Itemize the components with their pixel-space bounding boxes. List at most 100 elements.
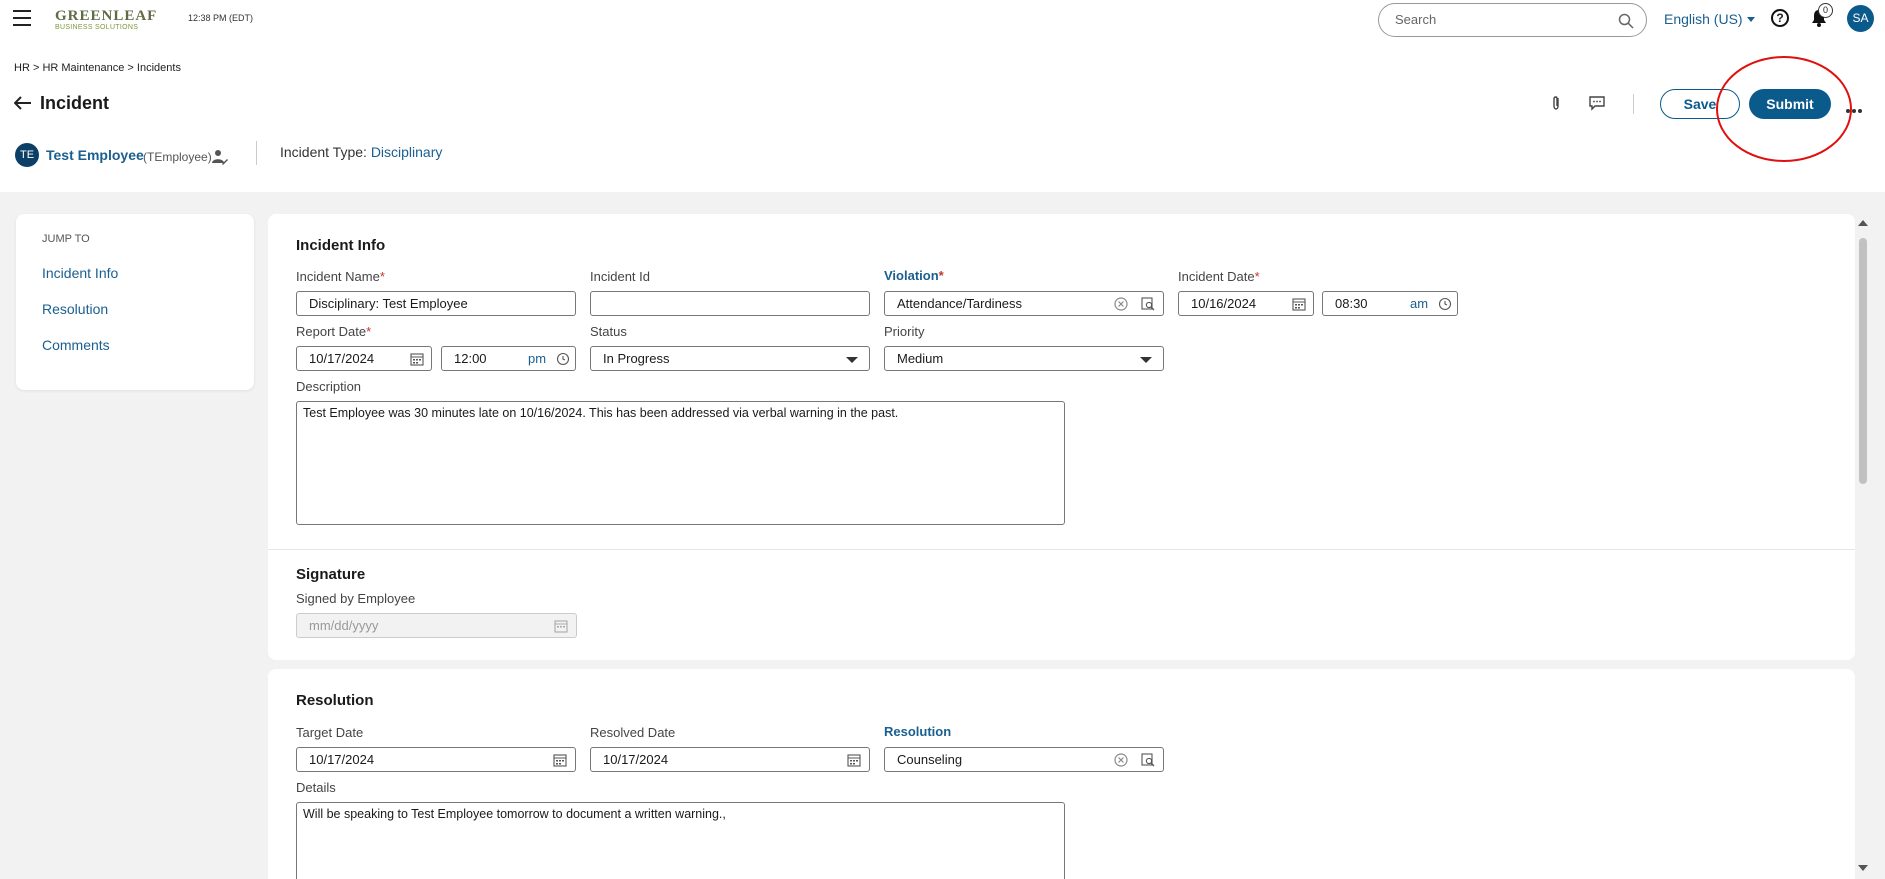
resolved-date-value: 10/17/2024 <box>603 752 669 767</box>
incident-date-label: Incident Date* <box>1178 269 1260 284</box>
resolution-card: Resolution Target Date 10/17/2024 Resolv… <box>268 669 1855 879</box>
target-date-label: Target Date <box>296 725 364 740</box>
incident-type: Incident Type: Disciplinary <box>280 144 442 160</box>
menu-icon[interactable] <box>13 10 31 26</box>
incident-date-value: 10/16/2024 <box>1191 296 1257 311</box>
section-title-incident-info: Incident Info <box>296 237 386 254</box>
incident-type-label: Incident Type: <box>280 144 367 160</box>
clock-time: 12:38 PM (EDT) <box>188 13 254 23</box>
clear-icon[interactable] <box>1114 297 1128 311</box>
target-date-field[interactable]: 10/17/2024 <box>296 747 576 772</box>
paperclip-icon[interactable] <box>1547 94 1565 112</box>
incident-date-field[interactable]: 10/16/2024 <box>1178 291 1314 316</box>
top-panel: GREENLEAF BUSINESS SOLUTIONS 12:38 PM (E… <box>0 0 1885 192</box>
section-divider <box>268 549 1855 550</box>
jump-link-resolution[interactable]: Resolution <box>42 301 108 317</box>
resolved-date-label: Resolved Date <box>590 725 676 740</box>
violation-label: Violation* <box>884 268 944 283</box>
violation-value: Attendance/Tardiness <box>897 296 1023 311</box>
details-label: Details <box>296 780 336 795</box>
incident-type-value: Disciplinary <box>370 144 443 160</box>
calendar-icon[interactable] <box>1292 297 1306 311</box>
priority-value: Medium <box>897 351 944 366</box>
details-textarea[interactable]: Will be speaking to Test Employee tomorr… <box>296 802 1065 879</box>
chevron-down-icon <box>1746 17 1755 22</box>
signed-date-placeholder: mm/dd/yyyy <box>309 618 379 633</box>
incident-name-label-text: Incident Name <box>296 269 380 284</box>
language-label: English (US) <box>1664 11 1743 27</box>
back-arrow-icon[interactable] <box>14 96 32 110</box>
status-dropdown[interactable]: In Progress <box>590 346 870 371</box>
priority-label: Priority <box>884 324 925 339</box>
report-date-value: 10/17/2024 <box>309 351 375 366</box>
logo-text: GREENLEAF <box>55 8 158 24</box>
report-date-field[interactable]: 10/17/2024 <box>296 346 432 371</box>
scroll-thumb[interactable] <box>1859 238 1867 484</box>
report-time-ampm[interactable]: pm <box>528 351 546 366</box>
search-box[interactable] <box>1378 3 1647 37</box>
employee-divider <box>256 141 257 165</box>
incident-time-field[interactable]: 08:30 am <box>1322 291 1458 316</box>
resolution-field[interactable]: Counseling <box>884 747 1164 772</box>
lookup-icon[interactable] <box>1141 753 1155 767</box>
clear-icon[interactable] <box>1114 753 1128 767</box>
search-icon[interactable] <box>1618 13 1634 29</box>
incident-info-card: Incident Info Incident Name* Disciplinar… <box>268 214 1855 660</box>
required-marker: * <box>379 269 385 284</box>
employee-id: (TEmployee) <box>143 150 212 164</box>
signed-by-employee-label: Signed by Employee <box>296 591 416 606</box>
user-avatar[interactable]: SA <box>1847 5 1874 32</box>
signed-date-field[interactable]: mm/dd/yyyy <box>296 613 577 638</box>
breadcrumb-item[interactable]: HR <box>14 62 30 74</box>
resolved-date-field[interactable]: 10/17/2024 <box>590 747 870 772</box>
scroll-up-icon[interactable] <box>1858 220 1868 226</box>
violation-label-text: Violation <box>884 268 939 283</box>
chevron-down-icon <box>1140 357 1152 363</box>
calendar-icon[interactable] <box>554 619 568 633</box>
calendar-icon[interactable] <box>410 352 424 366</box>
lookup-icon[interactable] <box>1141 297 1155 311</box>
annotation-circle <box>1716 56 1852 162</box>
help-icon[interactable]: ? <box>1771 9 1789 27</box>
incident-id-label: Incident Id <box>590 269 650 284</box>
required-marker: * <box>938 268 944 283</box>
incident-id-field[interactable] <box>590 291 870 316</box>
language-selector[interactable]: English (US) <box>1664 11 1755 27</box>
breadcrumb: HR > HR Maintenance > Incidents <box>14 62 181 74</box>
priority-dropdown[interactable]: Medium <box>884 346 1164 371</box>
clock-icon[interactable] <box>1438 297 1452 311</box>
report-time-field[interactable]: 12:00 pm <box>441 346 576 371</box>
jump-link-incident-info[interactable]: Incident Info <box>42 265 118 281</box>
status-label: Status <box>590 324 627 339</box>
incident-time-ampm[interactable]: am <box>1410 296 1428 311</box>
edit-person-icon[interactable] <box>211 148 229 166</box>
report-time-value: 12:00 <box>454 351 487 366</box>
search-input[interactable] <box>1395 12 1605 27</box>
breadcrumb-item[interactable]: Incidents <box>137 62 181 74</box>
calendar-icon[interactable] <box>847 753 861 767</box>
resolution-label: Resolution <box>884 724 952 739</box>
breadcrumb-item[interactable]: HR Maintenance <box>42 62 124 74</box>
content-scrollbar[interactable] <box>1856 214 1870 879</box>
company-logo: GREENLEAF BUSINESS SOLUTIONS <box>55 8 167 36</box>
resolution-value: Counseling <box>897 752 963 767</box>
section-title-resolution: Resolution <box>296 692 374 709</box>
scroll-down-icon[interactable] <box>1858 865 1868 871</box>
incident-name-label: Incident Name* <box>296 269 385 284</box>
report-date-label: Report Date* <box>296 324 371 339</box>
clock-icon[interactable] <box>556 352 570 366</box>
jump-link-comments[interactable]: Comments <box>42 337 110 353</box>
required-marker: * <box>366 324 372 339</box>
violation-field[interactable]: Attendance/Tardiness <box>884 291 1164 316</box>
chevron-down-icon <box>846 357 858 363</box>
incident-time-value: 08:30 <box>1335 296 1368 311</box>
employee-name-link[interactable]: Test Employee <box>46 147 144 163</box>
description-label: Description <box>296 379 362 394</box>
report-date-label-text: Report Date <box>296 324 367 339</box>
incident-date-label-text: Incident Date <box>1178 269 1255 284</box>
comment-icon[interactable] <box>1588 94 1606 112</box>
page-title: Incident <box>40 93 110 113</box>
description-textarea[interactable]: Test Employee was 30 minutes late on 10/… <box>296 401 1065 525</box>
incident-name-field[interactable]: Disciplinary: Test Employee <box>296 291 576 316</box>
calendar-icon[interactable] <box>553 753 567 767</box>
